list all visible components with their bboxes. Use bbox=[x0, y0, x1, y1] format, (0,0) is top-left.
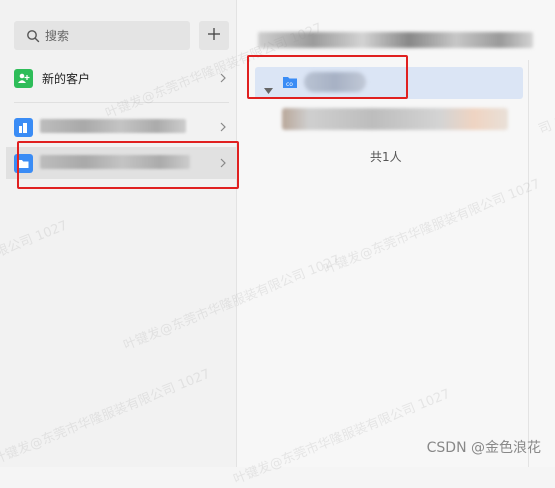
annotation-box-group bbox=[247, 55, 408, 99]
chevron-right-icon bbox=[219, 118, 227, 137]
sidebar-item-label: 新的客户 bbox=[42, 71, 91, 86]
annotation-box-folder bbox=[17, 141, 239, 189]
search-icon bbox=[26, 28, 40, 47]
member-count: 共1人 bbox=[370, 150, 402, 164]
building-icon bbox=[14, 117, 33, 137]
search-input[interactable] bbox=[45, 26, 185, 45]
add-button[interactable] bbox=[199, 21, 229, 50]
add-contact-icon bbox=[14, 68, 33, 88]
redacted-company-name bbox=[40, 119, 186, 133]
panel-divider bbox=[528, 60, 529, 467]
redacted-member-row[interactable] bbox=[282, 108, 508, 130]
plus-icon bbox=[207, 26, 221, 45]
search-box[interactable] bbox=[14, 21, 190, 50]
csdn-credit: CSDN @金色浪花 bbox=[426, 440, 541, 456]
